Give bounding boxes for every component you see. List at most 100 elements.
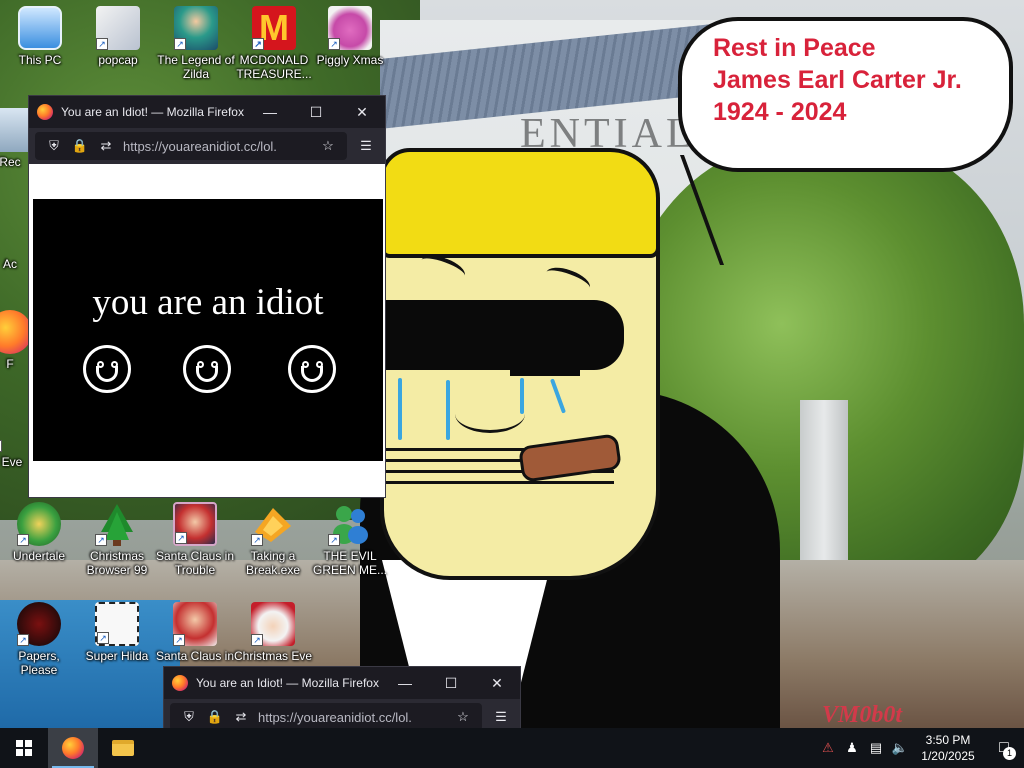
desktop-icon-label: Christmas Eve xyxy=(233,649,313,663)
menu-icon[interactable]: ☰ xyxy=(353,133,379,159)
smiley-icon xyxy=(83,345,131,393)
desktop-icon-christmas-browser[interactable]: ↗ Christmas Browser 99 xyxy=(77,502,157,577)
santa-icon: ↗ xyxy=(173,602,217,646)
security-alert-icon[interactable]: ⚠ xyxy=(816,728,840,768)
desktop-icon-label: Papers, Please xyxy=(18,649,60,677)
zilda-icon: ↗ xyxy=(174,6,218,50)
cartoon-sunglasses xyxy=(384,300,624,370)
desktop-icon-label: Christmas Browser 99 xyxy=(86,549,148,577)
close-button[interactable]: ✕ xyxy=(339,96,385,128)
window-titlebar[interactable]: You are an Idiot! — Mozilla Firefox — ☐ … xyxy=(164,667,520,699)
bookmark-star-icon[interactable]: ☆ xyxy=(315,133,341,159)
idiot-panel[interactable]: you are an idiot xyxy=(33,199,383,461)
clock[interactable]: 3:50 PM 1/20/2025 xyxy=(912,732,984,764)
notification-count: 1 xyxy=(1003,747,1016,760)
piggly-icon: ↗ xyxy=(328,6,372,50)
taskbar-file-explorer[interactable] xyxy=(98,728,148,768)
santa-icon: ↗ xyxy=(173,502,217,546)
firefox-icon xyxy=(172,675,188,691)
smiley-icon xyxy=(183,345,231,393)
url-bar[interactable]: ⛨ 🔒 ⇄ https://youareanidiot.cc/lol. ☆ xyxy=(170,703,482,731)
page-content: you are an idiot xyxy=(29,164,385,497)
desktop-icon-christmas-eve[interactable]: ↗ Christmas Eve xyxy=(233,602,313,663)
idiot-text: you are an idiot xyxy=(92,282,324,323)
minimize-button[interactable]: — xyxy=(382,667,428,699)
bubble-line-3: 1924 - 2024 xyxy=(713,98,847,126)
window-titlebar[interactable]: You are an Idiot! — Mozilla Firefox — ☐ … xyxy=(29,96,385,128)
clock-time: 3:50 PM xyxy=(925,733,971,747)
folder-icon xyxy=(112,740,134,756)
santa-face-icon: ↗ xyxy=(251,602,295,646)
minimize-button[interactable]: — xyxy=(247,96,293,128)
undertale-icon: ↗ xyxy=(17,502,61,546)
windows-logo-icon xyxy=(16,740,32,756)
bubble-line-2: James Earl Carter Jr. xyxy=(713,66,962,94)
papers-please-icon: ↗ xyxy=(17,602,61,646)
speech-bubble-text: Rest in Peace James Earl Carter Jr. 1924… xyxy=(713,32,1003,128)
desktop-icon-label: Super Hilda xyxy=(85,649,149,663)
desktop-icon-popcap[interactable]: ↗ popcap xyxy=(78,6,158,67)
popcap-icon: ↗ xyxy=(96,6,140,50)
navigation-toolbar: ⛨ 🔒 ⇄ https://youareanidiot.cc/lol. ☆ ☰ xyxy=(29,128,385,164)
bookmark-star-icon[interactable]: ☆ xyxy=(450,704,476,730)
maximize-button[interactable]: ☐ xyxy=(293,96,339,128)
desktop-icon-undertale[interactable]: ↗ Undertale xyxy=(0,502,79,563)
taskbar: ⚠ ♟ ▤ 🔈 3:50 PM 1/20/2025 □ 1 xyxy=(0,728,1024,768)
firefox-window-second[interactable]: You are an Idiot! — Mozilla Firefox — ☐ … xyxy=(163,666,521,736)
lock-icon[interactable]: 🔒 xyxy=(67,133,93,159)
network-icon[interactable]: ▤ xyxy=(864,728,888,768)
lock-icon[interactable]: 🔒 xyxy=(202,704,228,730)
desktop-icon-papers-please[interactable]: ↗ Papers, Please xyxy=(0,602,79,677)
desktop-icon-label: MCDONALD TREASURE... xyxy=(236,53,312,81)
wallpaper-pillar xyxy=(800,400,848,560)
notification-center-button[interactable]: □ 1 xyxy=(984,728,1024,768)
people-icon[interactable]: ♟ xyxy=(840,728,864,768)
menu-icon[interactable]: ☰ xyxy=(488,704,514,730)
cartoon-tear xyxy=(398,378,402,440)
desktop-icon-evil-green-messenger[interactable]: ↗ THE EVIL GREEN ME... xyxy=(310,502,390,577)
clock-date: 1/20/2025 xyxy=(921,749,975,763)
url-text[interactable]: https://youareanidiot.cc/lol. xyxy=(123,139,315,154)
cartoon-mouth xyxy=(455,395,525,433)
window-title: You are an Idiot! — Mozilla Firefox xyxy=(196,676,379,690)
mcdonalds-icon: M ↗ xyxy=(252,6,296,50)
desktop-icon-label: Santa Claus in xyxy=(155,649,235,663)
desktop-icon-label: Taking a Break.exe xyxy=(245,549,301,577)
desktop-icon-label: The Legend of Zilda xyxy=(157,53,235,81)
desktop-icon-this-pc[interactable]: This PC xyxy=(0,6,80,67)
cartoon-hair xyxy=(380,148,660,258)
watermark: VM0b0t xyxy=(822,702,903,728)
christmas-tree-icon: ↗ xyxy=(95,502,139,546)
desktop-icon-legend-of-zilda[interactable]: ↗ The Legend of Zilda xyxy=(156,6,236,81)
desktop-icon-super-hilda[interactable]: ↗ Super Hilda xyxy=(77,602,157,663)
shield-icon[interactable]: ⛨ xyxy=(176,704,202,730)
cartoon-tear xyxy=(446,380,450,440)
system-tray: ⚠ ♟ ▤ 🔈 3:50 PM 1/20/2025 □ 1 xyxy=(816,728,1024,768)
permissions-icon[interactable]: ⇄ xyxy=(228,704,254,730)
desktop-icon-santa-claus-in[interactable]: ↗ Santa Claus in xyxy=(155,602,235,663)
bubble-line-1: Rest in Peace xyxy=(713,34,876,62)
hilda-icon: ↗ xyxy=(95,602,139,646)
cartoon-lens xyxy=(510,330,580,376)
desktop-icon-mcdonald-treasure[interactable]: M ↗ MCDONALD TREASURE... xyxy=(234,6,314,81)
firefox-window-main[interactable]: You are an Idiot! — Mozilla Firefox — ☐ … xyxy=(28,95,386,498)
maximize-button[interactable]: ☐ xyxy=(428,667,474,699)
break-icon: ↗ xyxy=(251,502,295,546)
desktop-icon-label: THE EVIL GREEN ME... xyxy=(312,549,387,577)
close-button[interactable]: ✕ xyxy=(474,667,520,699)
desktop-icon-label: Piggly Xmas xyxy=(316,53,384,67)
permissions-icon[interactable]: ⇄ xyxy=(93,133,119,159)
url-bar[interactable]: ⛨ 🔒 ⇄ https://youareanidiot.cc/lol. ☆ xyxy=(35,132,347,160)
desktop-icon-label: popcap xyxy=(98,53,138,67)
desktop-icon-piggly-xmas[interactable]: ↗ Piggly Xmas xyxy=(310,6,390,67)
volume-muted-icon[interactable]: 🔈 xyxy=(888,728,912,768)
start-button[interactable] xyxy=(0,728,48,768)
desktop-icon-label: Santa Claus in Trouble xyxy=(155,549,235,577)
shield-icon[interactable]: ⛨ xyxy=(41,133,67,159)
url-text[interactable]: https://youareanidiot.cc/lol. xyxy=(258,710,450,725)
computer-icon xyxy=(18,6,62,50)
desktop-icon-santa-in-trouble[interactable]: ↗ Santa Claus in Trouble xyxy=(155,502,235,577)
window-title: You are an Idiot! — Mozilla Firefox xyxy=(61,105,244,119)
desktop-icon-taking-a-break[interactable]: ↗ Taking a Break.exe xyxy=(233,502,313,577)
taskbar-firefox[interactable] xyxy=(48,728,98,768)
